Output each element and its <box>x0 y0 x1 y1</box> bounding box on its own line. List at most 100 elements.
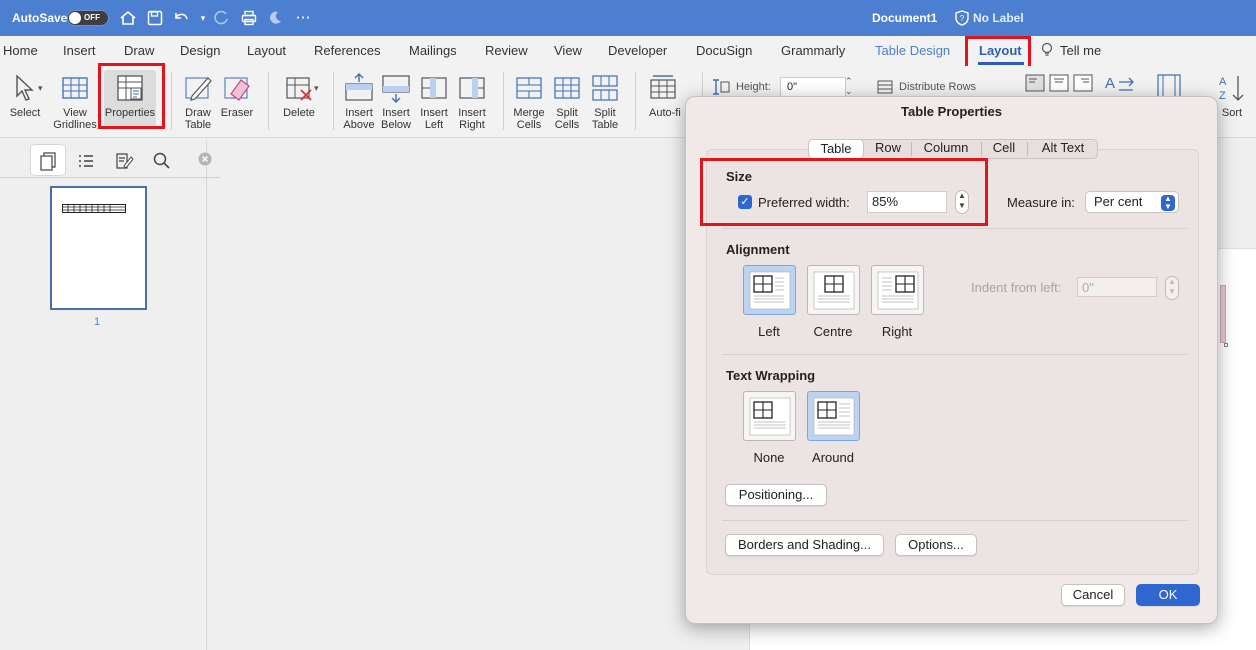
table-edge[interactable] <box>1220 285 1226 343</box>
tab-home[interactable]: Home <box>3 43 38 58</box>
delete-button[interactable]: Delete <box>276 70 322 119</box>
tab-design[interactable]: Design <box>180 43 220 58</box>
tab-column[interactable]: Column <box>912 139 980 159</box>
tab-alt-text[interactable]: Alt Text <box>1028 139 1098 159</box>
tab-view[interactable]: View <box>554 43 582 58</box>
options-button[interactable]: Options... <box>895 534 977 556</box>
save-icon[interactable] <box>146 9 164 27</box>
tab-cell[interactable]: Cell <box>982 139 1026 159</box>
view-gridlines-button[interactable]: View Gridlines <box>52 70 98 131</box>
undo-icon[interactable] <box>172 9 190 27</box>
measure-in-select[interactable]: Per cent ▲ ▼ <box>1085 191 1179 213</box>
tab-docusign[interactable]: DocuSign <box>696 43 752 58</box>
redo-icon[interactable] <box>212 9 230 27</box>
align-top-center-icon[interactable] <box>1049 74 1069 95</box>
label-status: No Label <box>973 11 1024 25</box>
insert-right-button[interactable]: Insert Right <box>453 70 491 131</box>
insert-above-label-2: Above <box>343 119 375 131</box>
page-thumbnail[interactable] <box>50 186 147 310</box>
svg-text:Z: Z <box>1219 90 1226 102</box>
text-direction-icon[interactable]: A <box>1103 72 1137 99</box>
align-top-right-icon[interactable] <box>1073 74 1093 95</box>
tab-grammarly[interactable]: Grammarly <box>781 43 845 58</box>
draw-table-button[interactable]: Draw Table <box>178 70 218 131</box>
tell-me-search[interactable]: Tell me <box>1060 43 1101 58</box>
indent-stepper[interactable]: ▲ ▼ <box>1165 276 1179 300</box>
tab-developer[interactable]: Developer <box>608 43 667 58</box>
indent-from-left-input[interactable]: 0" <box>1077 277 1157 297</box>
insert-below-label-1: Insert <box>382 107 410 119</box>
page-number: 1 <box>94 316 101 328</box>
pencil-icon <box>185 77 212 101</box>
split-table-button[interactable]: Split Table <box>586 70 624 131</box>
align-top-left-icon[interactable] <box>1025 74 1045 95</box>
align-centre-icon <box>813 271 855 310</box>
tab-review[interactable]: Review <box>485 43 528 58</box>
navigation-pane-tabs <box>0 140 220 178</box>
layout-tab-highlight <box>965 36 1031 70</box>
sort-button[interactable]: AZ Sort <box>1212 70 1252 119</box>
measure-in-value: Per cent <box>1094 194 1143 209</box>
undo-dropdown-icon[interactable]: ▾ <box>194 9 212 27</box>
insert-below-button[interactable]: Insert Below <box>377 70 415 131</box>
tab-table[interactable]: Table <box>808 139 864 159</box>
select-button[interactable]: Select <box>4 70 46 119</box>
split-cells-button[interactable]: Split Cells <box>548 70 586 131</box>
close-icon[interactable] <box>198 152 218 172</box>
select-dropdown-icon[interactable]: ▾ <box>38 83 43 94</box>
print-icon[interactable] <box>240 9 258 27</box>
tab-row[interactable]: Row <box>866 139 910 159</box>
tab-references[interactable]: References <box>314 43 380 58</box>
moon-icon[interactable] <box>266 9 284 27</box>
wrap-around-option[interactable] <box>807 391 860 441</box>
align-right-label: Right <box>881 324 913 339</box>
height-input[interactable]: 0" <box>780 77 846 97</box>
merge-cells-label-2: Cells <box>516 119 542 131</box>
draw-table-label-1: Draw <box>185 107 211 119</box>
align-right-option[interactable] <box>871 265 924 315</box>
insert-left-label-2: Left <box>424 119 444 131</box>
autofit-icon <box>650 75 676 99</box>
ribbon-divider <box>171 72 172 130</box>
align-right-icon <box>877 271 919 310</box>
height-stepper[interactable]: ⌃ ⌄ <box>845 76 853 96</box>
cancel-button[interactable]: Cancel <box>1061 584 1125 606</box>
view-gridlines-label-2: Gridlines <box>53 119 97 131</box>
comments-edit-icon[interactable] <box>114 151 134 171</box>
merge-cells-icon <box>516 77 542 99</box>
distribute-rows-label[interactable]: Distribute Rows <box>899 81 976 93</box>
table-resize-handle[interactable] <box>1224 343 1228 347</box>
insert-left-button[interactable]: Insert Left <box>415 70 453 131</box>
delete-dropdown-icon[interactable]: ▾ <box>314 83 319 94</box>
wrap-none-option[interactable] <box>743 391 796 441</box>
select-label: Select <box>9 107 41 119</box>
wrap-none-label: None <box>753 450 785 465</box>
positioning-button[interactable]: Positioning... <box>725 484 827 506</box>
cursor-icon <box>16 74 34 101</box>
merge-cells-button[interactable]: Merge Cells <box>510 70 548 131</box>
borders-and-shading-button[interactable]: Borders and Shading... <box>725 534 884 556</box>
align-left-option[interactable] <box>743 265 796 315</box>
tab-layout[interactable]: Layout <box>247 43 286 58</box>
align-centre-option[interactable] <box>807 265 860 315</box>
eraser-button[interactable]: Eraser <box>217 70 257 119</box>
thumbnail-table-icon <box>62 204 126 213</box>
home-icon[interactable] <box>119 9 137 27</box>
autofit-button[interactable]: Auto-fi <box>643 70 687 119</box>
chevron-updown-icon: ▲ ▼ <box>1161 195 1175 211</box>
insert-right-label-1: Insert <box>458 107 486 119</box>
tab-insert[interactable]: Insert <box>63 43 96 58</box>
wrap-none-icon <box>749 397 791 436</box>
ok-button[interactable]: OK <box>1136 584 1200 606</box>
svg-text:?: ? <box>960 14 965 23</box>
outline-icon[interactable] <box>76 151 96 171</box>
autosave-toggle[interactable]: OFF <box>67 10 109 26</box>
more-icon[interactable]: ⋯ <box>294 9 312 27</box>
tab-table-design[interactable]: Table Design <box>875 43 950 58</box>
insert-above-button[interactable]: Insert Above <box>340 70 378 131</box>
tab-mailings[interactable]: Mailings <box>409 43 457 58</box>
gridlines-icon <box>62 77 88 99</box>
split-cells-label-2: Cells <box>554 119 580 131</box>
search-icon[interactable] <box>152 151 172 171</box>
tab-draw[interactable]: Draw <box>124 43 154 58</box>
